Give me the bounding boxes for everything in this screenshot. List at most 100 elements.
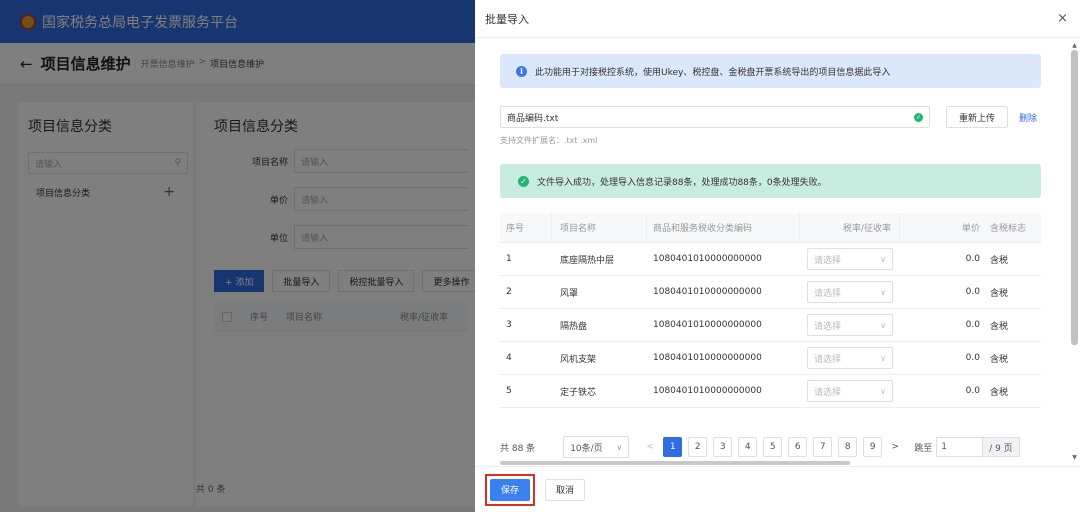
select-placeholder: 请选择 bbox=[814, 288, 842, 299]
column-header-rate: 税率/征收率 bbox=[800, 213, 900, 242]
row-name: 底座隔热中层 bbox=[560, 255, 615, 266]
table-row: 2 风罩 1080401010000000000 请选择 ∨ 0.0 含税 bbox=[500, 276, 1041, 309]
row-price: 0.0 bbox=[965, 287, 980, 297]
batch-import-drawer: 批量导入 × i 此功能用于对接税控系统，使用Ukey、税控盘、金税盘开票系统导… bbox=[475, 0, 1080, 512]
select-placeholder: 请选择 bbox=[814, 255, 842, 266]
info-alert: i 此功能用于对接税控系统，使用Ukey、税控盘、金税盘开票系统导出的项目信息据… bbox=[500, 54, 1041, 88]
chevron-down-icon: ∨ bbox=[616, 442, 623, 452]
jump-page-input[interactable]: 1 bbox=[936, 437, 983, 457]
page-button[interactable]: 7 bbox=[813, 437, 833, 457]
reupload-button[interactable]: 重新上传 bbox=[946, 106, 1008, 128]
row-no: 5 bbox=[506, 386, 512, 396]
row-name: 隔热盘 bbox=[560, 321, 588, 332]
file-extension-hint: 支持文件扩展名：.txt .xml bbox=[500, 136, 598, 145]
row-name: 风机支架 bbox=[560, 354, 597, 365]
check-circle-icon: ✓ bbox=[518, 175, 529, 187]
scrollbar-thumb[interactable] bbox=[1071, 50, 1078, 345]
horizontal-scrollbar[interactable] bbox=[500, 461, 850, 465]
page-button[interactable]: 9 bbox=[863, 437, 883, 457]
row-code: 1080401010000000000 bbox=[653, 254, 762, 264]
page-button[interactable]: 3 bbox=[713, 437, 733, 457]
row-code: 1080401010000000000 bbox=[653, 320, 762, 330]
tax-rate-select[interactable]: 请选择 ∨ bbox=[807, 248, 893, 270]
column-header-name: 项目名称 bbox=[552, 213, 647, 242]
row-tax-flag: 含税 bbox=[990, 387, 1009, 398]
row-no: 4 bbox=[506, 353, 512, 363]
tax-rate-select[interactable]: 请选择 ∨ bbox=[807, 281, 893, 303]
jump-label: 跳至 bbox=[914, 443, 933, 454]
row-tax-flag: 含税 bbox=[990, 288, 1009, 299]
column-header-no: 序号 bbox=[500, 213, 552, 242]
page-button[interactable]: 5 bbox=[763, 437, 783, 457]
import-result-table: 序号 项目名称 商品和服务税收分类编码 税率/征收率 单价 含税标志 1 底座隔… bbox=[500, 213, 1041, 413]
tax-rate-select[interactable]: 请选择 ∨ bbox=[807, 314, 893, 336]
page-size-select[interactable]: 10条/页 ∨ bbox=[563, 436, 630, 458]
page-button[interactable]: 6 bbox=[788, 437, 808, 457]
page-size-value: 10条/页 bbox=[570, 443, 603, 454]
row-price: 0.0 bbox=[965, 320, 980, 330]
scroll-up-icon[interactable]: ▲ bbox=[1071, 42, 1078, 50]
table-row: 4 风机支架 1080401010000000000 请选择 ∨ 0.0 含税 bbox=[500, 342, 1041, 375]
drawer-title: 批量导入 bbox=[485, 12, 529, 26]
select-placeholder: 请选择 bbox=[814, 321, 842, 332]
row-price: 0.0 bbox=[965, 386, 980, 396]
file-name: 商品编码.txt bbox=[507, 113, 559, 124]
row-rate-cell: 请选择 ∨ bbox=[800, 276, 900, 308]
select-placeholder: 请选择 bbox=[814, 354, 842, 365]
scroll-down-icon[interactable]: ▼ bbox=[1071, 454, 1078, 462]
page-button[interactable]: 2 bbox=[688, 437, 708, 457]
success-alert: ✓ 文件导入成功，处理导入信息记录88条，处理成功88条，0条处理失败。 bbox=[500, 164, 1041, 198]
tax-rate-select[interactable]: 请选择 ∨ bbox=[807, 380, 893, 402]
select-placeholder: 请选择 bbox=[814, 387, 842, 398]
check-circle-icon: ✓ bbox=[914, 112, 923, 122]
row-code: 1080401010000000000 bbox=[653, 353, 762, 363]
page-total: / 9 页 bbox=[982, 437, 1020, 457]
vertical-scrollbar[interactable]: ▲ ▼ bbox=[1071, 42, 1078, 462]
prev-page-icon[interactable]: < bbox=[643, 442, 657, 452]
delete-link[interactable]: 删除 bbox=[1019, 111, 1037, 124]
table-row: 3 隔热盘 1080401010000000000 请选择 ∨ 0.0 含税 bbox=[500, 309, 1041, 342]
row-rate-cell: 请选择 ∨ bbox=[800, 375, 900, 407]
chevron-down-icon: ∨ bbox=[880, 353, 886, 363]
row-code: 1080401010000000000 bbox=[653, 287, 762, 297]
row-tax-flag: 含税 bbox=[990, 255, 1009, 266]
row-rate-cell: 请选择 ∨ bbox=[800, 342, 900, 374]
cancel-button[interactable]: 取消 bbox=[545, 478, 585, 501]
row-name: 风罩 bbox=[560, 288, 579, 299]
drawer-footer: 保存 取消 bbox=[475, 466, 1080, 512]
chevron-down-icon: ∨ bbox=[880, 320, 886, 330]
row-tax-flag: 含税 bbox=[990, 354, 1009, 365]
tax-rate-select[interactable]: 请选择 ∨ bbox=[807, 347, 893, 369]
row-name: 定子铁芯 bbox=[560, 387, 597, 398]
row-rate-cell: 请选择 ∨ bbox=[800, 243, 900, 275]
row-price: 0.0 bbox=[965, 353, 980, 363]
row-no: 3 bbox=[506, 320, 512, 330]
chevron-down-icon: ∨ bbox=[880, 287, 886, 297]
chevron-down-icon: ∨ bbox=[880, 254, 886, 264]
next-page-icon[interactable]: > bbox=[888, 442, 902, 452]
pagination: 共 88 条 10条/页 ∨ < 1 2 3 4 5 6 7 8 9 > 跳至 … bbox=[500, 436, 1045, 458]
column-header-code: 商品和服务税收分类编码 bbox=[647, 213, 800, 242]
table-row: 1 底座隔热中层 1080401010000000000 请选择 ∨ 0.0 含… bbox=[500, 243, 1041, 276]
drawer-header: 批量导入 × bbox=[475, 0, 1080, 38]
info-alert-text: 此功能用于对接税控系统，使用Ukey、税控盘、金税盘开票系统导出的项目信息据此导… bbox=[535, 67, 891, 78]
column-header-price: 单价 bbox=[961, 224, 980, 234]
row-no: 1 bbox=[506, 254, 512, 264]
row-rate-cell: 请选择 ∨ bbox=[800, 309, 900, 341]
row-no: 2 bbox=[506, 287, 512, 297]
drawer-body: i 此功能用于对接税控系统，使用Ukey、税控盘、金税盘开票系统导出的项目信息据… bbox=[475, 38, 1080, 466]
save-button[interactable]: 保存 bbox=[490, 478, 530, 501]
page-button[interactable]: 8 bbox=[838, 437, 858, 457]
column-header-tax-flag: 含税标志 bbox=[990, 224, 1027, 234]
file-row: 商品编码.txt ✓ 重新上传 删除 bbox=[500, 106, 1045, 128]
chevron-down-icon: ∨ bbox=[880, 386, 886, 396]
page-button-current[interactable]: 1 bbox=[663, 437, 683, 457]
page-button[interactable]: 4 bbox=[738, 437, 758, 457]
close-icon[interactable]: × bbox=[1057, 11, 1068, 26]
row-tax-flag: 含税 bbox=[990, 321, 1009, 332]
row-code: 1080401010000000000 bbox=[653, 386, 762, 396]
success-alert-text: 文件导入成功，处理导入信息记录88条，处理成功88条，0条处理失败。 bbox=[537, 177, 827, 188]
total-count: 共 88 条 bbox=[500, 443, 536, 454]
info-icon: i bbox=[516, 65, 527, 77]
uploaded-file-field: 商品编码.txt ✓ bbox=[500, 106, 930, 128]
